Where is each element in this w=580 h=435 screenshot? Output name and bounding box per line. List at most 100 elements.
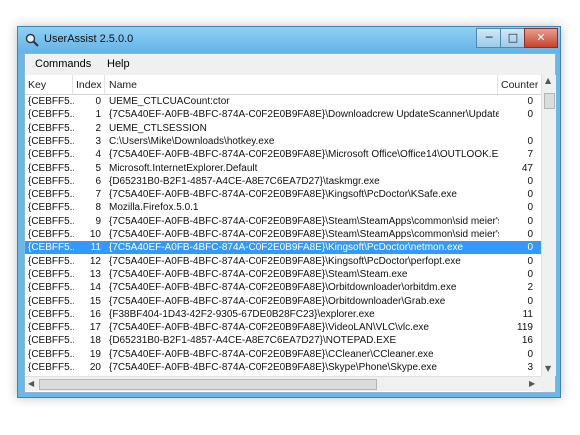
table-row[interactable]: {CEBFF5... 15 {7C5A40EF-A0FB-4BFC-874A-C0F… [25,295,541,308]
row-counter: 0 [527,175,533,187]
row-name: {F38BF404-1D43-42F2-9305-67DE0B28FC23}\e… [109,308,375,320]
column-header-index[interactable]: Index [76,79,102,91]
row-counter: 0 [527,295,533,307]
row-key: {CEBFF5... [28,162,74,174]
table-row[interactable]: {CEBFF5... 1 {7C5A40EF-A0FB-4BFC-874A-C0F2… [25,108,541,121]
table-row[interactable]: {CEBFF5... 8 Mozilla.Firefox.5.0.1 0 [25,201,541,214]
table-row[interactable]: {CEBFF5... 10 {7C5A40EF-A0FB-4BFC-874A-C0F… [25,228,541,241]
row-name: UEME_CTLSESSION [109,122,207,134]
scroll-down-icon[interactable]: ▼ [545,364,551,373]
row-name: {7C5A40EF-A0FB-4BFC-874A-C0F2E0B9FA8E}\K… [109,255,461,267]
row-index: 11 [90,242,101,254]
row-index: 9 [95,215,101,227]
row-counter: 47 [521,162,533,174]
row-index: 12 [89,255,101,267]
row-name: {D65231B0-B2F1-4857-A4CE-A8E7C6EA7D27}\t… [109,175,380,187]
scroll-up-icon[interactable]: ▲ [545,76,551,85]
row-key: {CEBFF5... [28,135,74,147]
row-key: {CEBFF5... [28,189,74,201]
row-counter: 16 [521,335,533,347]
row-index: 18 [89,335,101,347]
table-row[interactable]: {CEBFF5... 7 {7C5A40EF-A0FB-4BFC-874A-C0F2… [25,188,541,201]
row-key: {CEBFF5... [28,255,74,267]
table-row[interactable]: {CEBFF5... 3 C:\Users\Mike\Downloads\hotke… [25,135,541,148]
table-row[interactable]: {CEBFF5... 14 {7C5A40EF-A0FB-4BFC-874A-C0F… [25,281,541,294]
row-counter: 0 [527,109,533,121]
row-counter: 0 [527,268,533,280]
row-counter: 0 [527,135,533,147]
vertical-scrollbar[interactable]: ▲ ▼ [541,75,556,376]
table-row[interactable]: {CEBFF5... 16 {F38BF404-1D43-42F2-9305-67D… [25,308,541,321]
row-key: {CEBFF5... [28,109,74,121]
minimize-button[interactable]: ─ [476,28,502,48]
scroll-left-icon[interactable]: ◀ [28,379,34,388]
row-name: {7C5A40EF-A0FB-4BFC-874A-C0F2E0B9FA8E}\M… [109,149,499,161]
row-name: {7C5A40EF-A0FB-4BFC-874A-C0F2E0B9FA8E}\O… [109,282,457,294]
row-key: {CEBFF5... [28,242,74,254]
horizontal-scrollbar[interactable]: ◀ ▶ [25,376,541,391]
table-row[interactable]: {CEBFF5... 4 {7C5A40EF-A0FB-4BFC-874A-C0F2… [25,148,541,161]
row-key: {CEBFF5... [28,149,74,161]
row-index: 3 [95,135,101,147]
window-title: UserAssist 2.5.0.0 [44,33,134,45]
row-key: {CEBFF5... [28,335,74,347]
row-name: {7C5A40EF-A0FB-4BFC-874A-C0F2E0B9FA8E}\S… [109,362,437,373]
row-index: 5 [95,162,101,174]
menu-bar: Commands Help [25,54,555,76]
table-row[interactable]: {CEBFF5... 17 {7C5A40EF-A0FB-4BFC-874A-C0F… [25,321,541,334]
row-key: {CEBFF5... [28,308,74,320]
row-key: {CEBFF5... [28,295,74,307]
row-counter: 7 [527,149,533,161]
table-row[interactable]: {CEBFF5... 2 UEME_CTLSESSION [25,122,541,135]
row-index: 14 [89,282,101,294]
column-header-key[interactable]: Key [28,79,46,91]
table-row[interactable]: {CEBFF5... 6 {D65231B0-B2F1-4857-A4CE-A8E7… [25,175,541,188]
column-header-counter[interactable]: Counter [501,79,538,91]
row-counter: 0 [527,242,533,254]
row-name: Microsoft.InternetExplorer.Default [109,162,258,174]
table-row[interactable]: {CEBFF5... 0 UEME_CTLCUACount:ctor 0 [25,95,541,108]
row-counter: 0 [527,202,533,214]
table-row[interactable]: {CEBFF5... 12 {7C5A40EF-A0FB-4BFC-874A-C0F… [25,255,541,268]
row-index: 0 [95,96,101,107]
scroll-right-icon[interactable]: ▶ [529,379,535,388]
table-row[interactable]: {CEBFF5... 13 {7C5A40EF-A0FB-4BFC-874A-C0F… [25,268,541,281]
row-index: 20 [89,362,101,373]
row-counter: 0 [527,96,533,107]
row-counter: 11 [522,308,533,320]
title-bar[interactable]: UserAssist 2.5.0.0 ─ □ ✕ [18,27,560,53]
row-index: 8 [95,202,101,214]
table-row[interactable]: {CEBFF5... 9 {7C5A40EF-A0FB-4BFC-874A-C0F2… [25,215,541,228]
horizontal-scroll-thumb[interactable] [39,379,377,390]
row-key: {CEBFF5... [28,215,74,227]
table-row[interactable]: {CEBFF5... 19 {7C5A40EF-A0FB-4BFC-874A-C0F… [25,348,541,361]
table-row[interactable]: {CEBFF5... 5 Microsoft.InternetExplorer.De… [25,162,541,175]
menu-help[interactable]: Help [107,58,130,70]
row-index: 6 [95,175,101,187]
table-row[interactable]: {CEBFF5... 18 {D65231B0-B2F1-4857-A4CE-A8E… [25,334,541,347]
row-index: 4 [95,149,101,161]
userassist-list[interactable]: Key Index Name Counter {CEBFF5... 0 UEME_C… [25,75,556,392]
row-name: {7C5A40EF-A0FB-4BFC-874A-C0F2E0B9FA8E}\S… [109,215,499,227]
menu-commands[interactable]: Commands [35,58,91,70]
maximize-button[interactable]: □ [500,28,526,48]
row-name: {7C5A40EF-A0FB-4BFC-874A-C0F2E0B9FA8E}\K… [109,242,464,254]
close-button[interactable]: ✕ [524,28,558,48]
row-index: 16 [89,308,101,320]
row-name: {7C5A40EF-A0FB-4BFC-874A-C0F2E0B9FA8E}\C… [109,348,434,360]
row-counter: 3 [527,362,533,373]
row-counter: 0 [527,255,533,267]
row-index: 19 [89,348,101,360]
table-row[interactable]: {CEBFF5... 20 {7C5A40EF-A0FB-4BFC-874A-C0F… [25,361,541,374]
table-row[interactable]: {CEBFF5... 11 {7C5A40EF-A0FB-4BFC-874A-C0F… [25,241,541,255]
row-name: {7C5A40EF-A0FB-4BFC-874A-C0F2E0B9FA8E}\O… [109,295,446,307]
row-name: UEME_CTLCUACount:ctor [109,96,230,107]
row-index: 13 [89,268,101,280]
row-index: 2 [95,122,101,134]
row-name: {7C5A40EF-A0FB-4BFC-874A-C0F2E0B9FA8E}\K… [109,189,457,201]
vertical-scroll-thumb[interactable] [544,93,555,109]
app-window: UserAssist 2.5.0.0 ─ □ ✕ Commands Help K… [17,26,561,398]
row-key: {CEBFF5... [28,322,74,334]
row-key: {CEBFF5... [28,175,74,187]
column-header-name[interactable]: Name [109,79,137,91]
